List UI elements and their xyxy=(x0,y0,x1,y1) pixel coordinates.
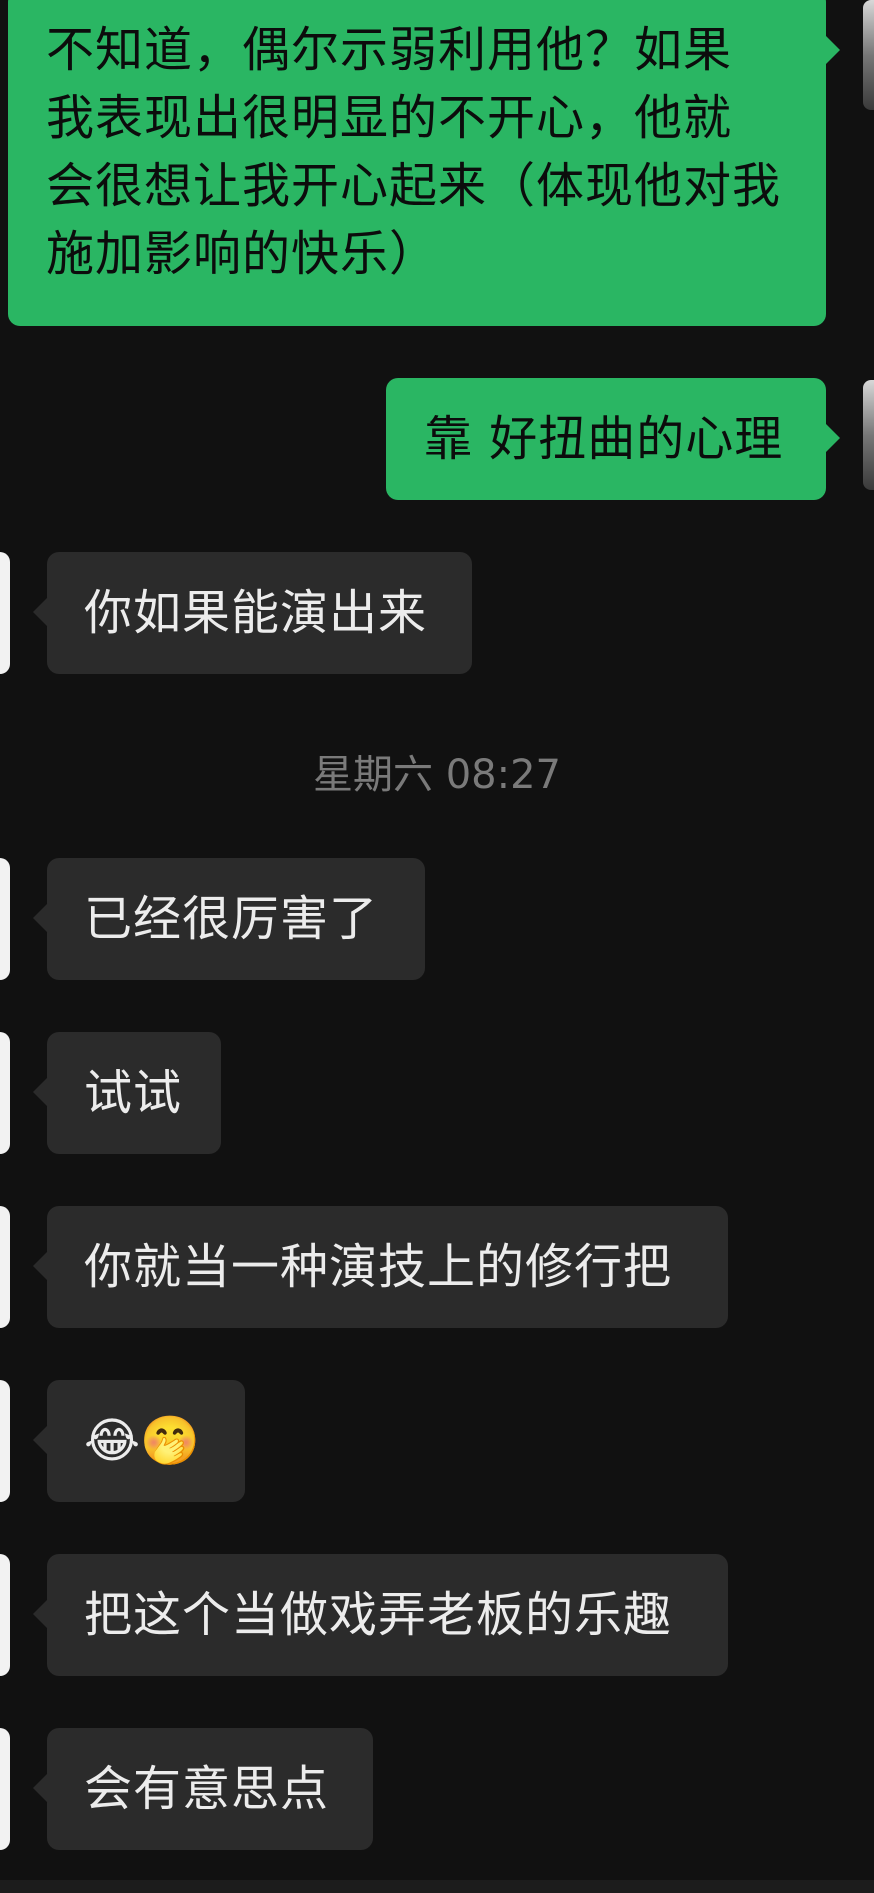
message-bubble-incoming[interactable]: 会有意思点 xyxy=(33,1728,373,1850)
input-bar-edge xyxy=(0,1880,874,1893)
message-bubble-outgoing[interactable]: 靠 好扭曲的心理 xyxy=(386,378,840,500)
message-text-line: 不知道，偶尔示弱利用他？如果 xyxy=(46,22,733,78)
contact-avatar[interactable] xyxy=(0,1032,10,1154)
contact-avatar[interactable] xyxy=(0,858,10,980)
message-text-line: 会很想让我开心起来（体现他对我 xyxy=(46,158,782,214)
message-text: 你就当一种演技上的修行把 xyxy=(84,1239,673,1295)
contact-avatar[interactable] xyxy=(0,1728,10,1850)
message-bubble-incoming[interactable]: 😂🤭 xyxy=(33,1380,245,1502)
message-text: 会有意思点 xyxy=(84,1761,330,1817)
self-avatar[interactable] xyxy=(863,0,874,110)
emoji-message: 😂🤭 xyxy=(84,1413,200,1469)
contact-avatar[interactable] xyxy=(0,1206,10,1328)
message-text: 试试 xyxy=(84,1065,183,1121)
message-bubble-outgoing[interactable]: 不知道，偶尔示弱利用他？如果 我表现出很明显的不开心，他就 会很想让我开心起来（… xyxy=(8,0,840,326)
timestamp: 星期六 08:27 xyxy=(313,752,561,798)
message-bubble-incoming[interactable]: 把这个当做戏弄老板的乐趣 xyxy=(33,1554,728,1676)
message-text-line: 施加影响的快乐） xyxy=(46,226,439,282)
message-bubble-incoming[interactable]: 试试 xyxy=(33,1032,221,1154)
contact-avatar[interactable] xyxy=(0,552,10,674)
message-bubble-incoming[interactable]: 已经很厉害了 xyxy=(33,858,425,980)
chat-view: 不知道，偶尔示弱利用他？如果 我表现出很明显的不开心，他就 会很想让我开心起来（… xyxy=(0,0,874,1893)
contact-avatar[interactable] xyxy=(0,1554,10,1676)
message-bubble-incoming[interactable]: 你就当一种演技上的修行把 xyxy=(33,1206,728,1328)
message-text: 已经很厉害了 xyxy=(84,891,379,947)
message-text: 靠 好扭曲的心理 xyxy=(424,411,784,467)
message-text: 把这个当做戏弄老板的乐趣 xyxy=(84,1587,673,1643)
contact-avatar[interactable] xyxy=(0,1380,10,1502)
message-text-line: 我表现出很明显的不开心，他就 xyxy=(46,90,733,146)
message-bubble-incoming[interactable]: 你如果能演出来 xyxy=(33,552,472,674)
self-avatar[interactable] xyxy=(863,380,874,490)
message-text: 你如果能演出来 xyxy=(84,585,428,641)
